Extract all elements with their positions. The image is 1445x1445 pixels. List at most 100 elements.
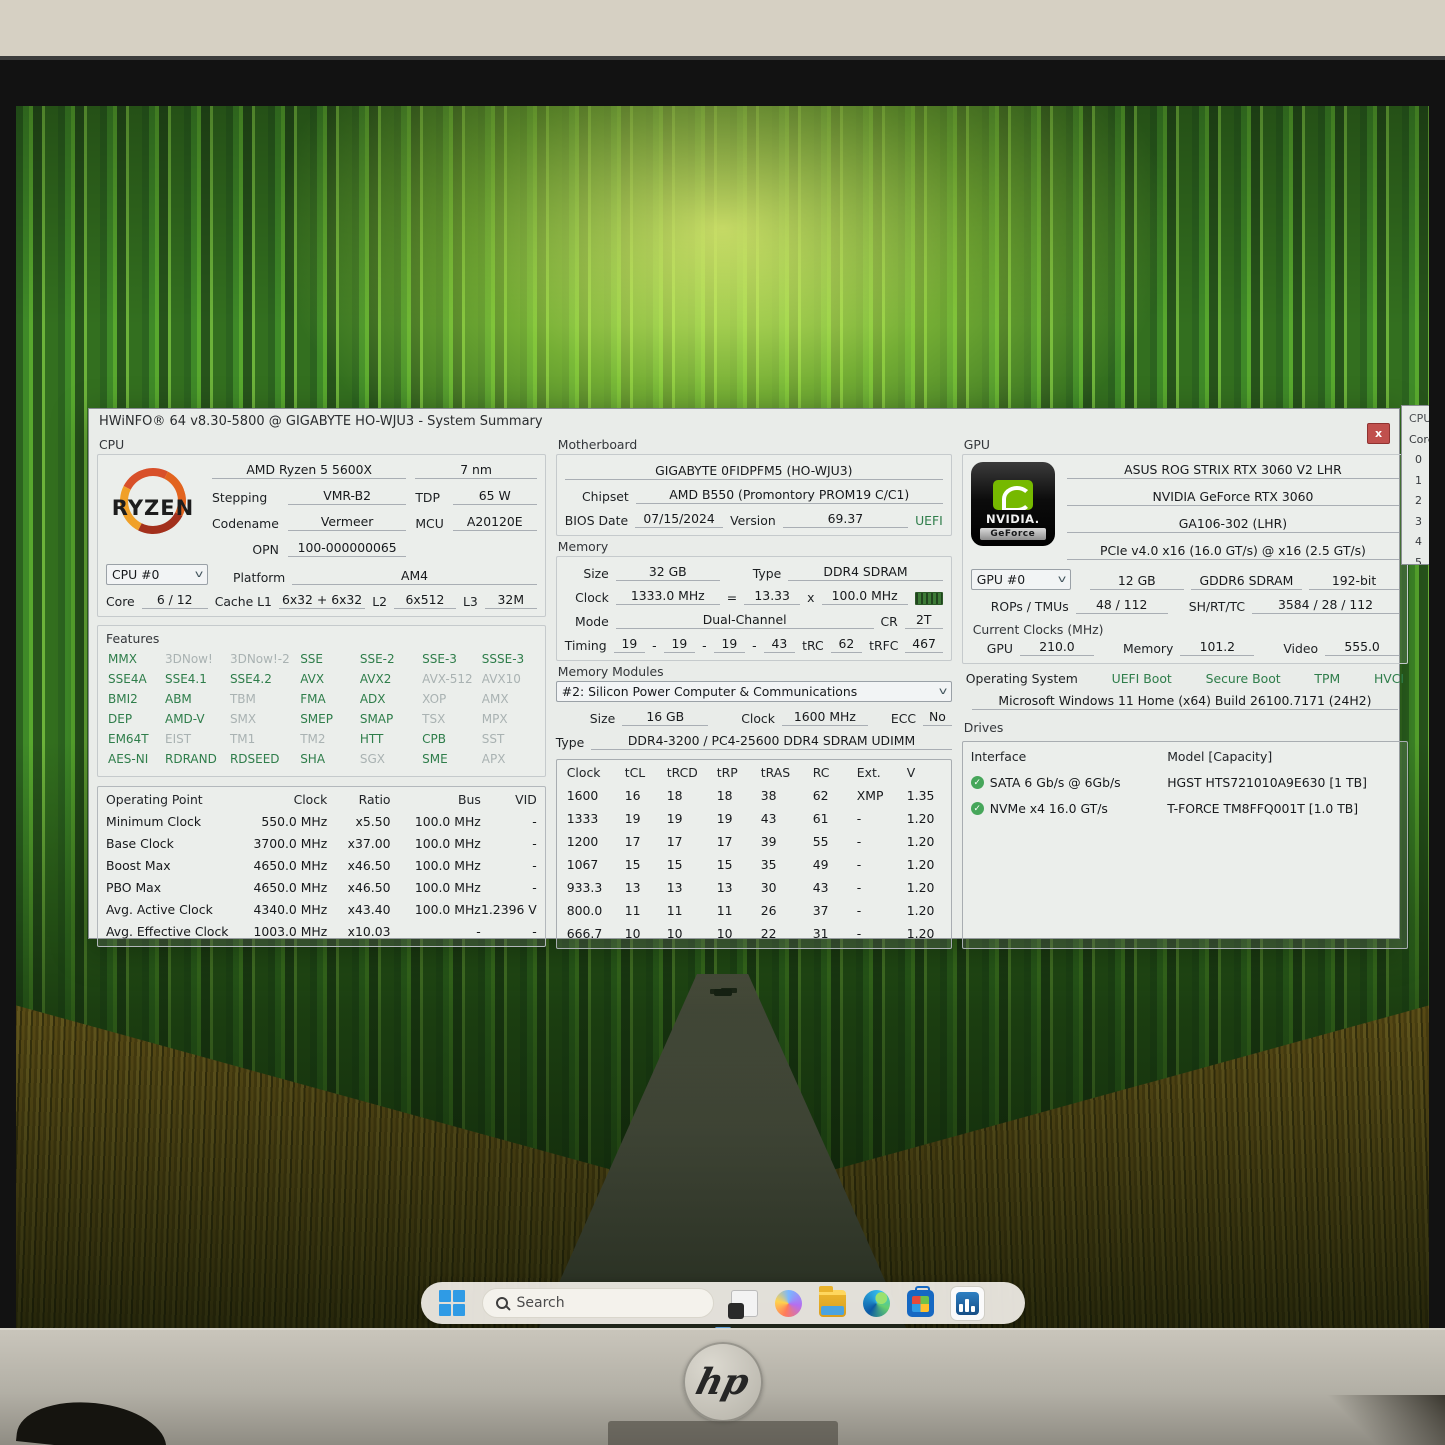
cable [16,1395,170,1445]
module-size-value: 16 GB [622,709,708,726]
cpu-feature-dep: DEP [108,712,161,726]
cpu-feature-em64t: EM64T [108,732,161,746]
table-cell: - [390,924,480,939]
table-cell: 13 [623,880,665,895]
search-input[interactable]: Search [482,1288,714,1318]
module-type-label: Type [556,735,584,750]
cpu-feature-mmx: MMX [108,652,161,666]
table-cell: 55 [811,834,855,849]
table-cell: 11 [665,903,715,918]
cpu-feature-avx: AVX [300,672,356,686]
stepping-label: Stepping [212,490,279,505]
table-cell: x37.00 [327,836,390,851]
cpu-feature-sse4-1: SSE4.1 [165,672,226,686]
window-title: HWiNFO® 64 v8.30-5800 @ GIGABYTE HO-WJU3… [99,414,543,429]
hwinfo-taskbar-button[interactable] [951,1287,984,1320]
table-cell: - [855,834,905,849]
cpu-feature-sme: SME [422,752,478,766]
cpu-feature-3dnow-: 3DNow! [165,652,226,666]
table-cell: 19 [715,811,759,826]
os-row: Operating System UEFI Boot Secure Boot T… [962,671,1408,686]
table-cell: - [481,836,537,851]
cpu-feature-amd-v: AMD-V [165,712,226,726]
table-cell: - [855,811,905,826]
chipset-label: Chipset [565,489,629,504]
hwinfo-window: HWiNFO® 64 v8.30-5800 @ GIGABYTE HO-WJU3… [88,408,1400,939]
secure-boot-flag: Secure Boot [1206,671,1281,686]
core-row: 5 [1409,553,1429,566]
table-cell: - [481,858,537,873]
memory-timing-table: ClocktCLtRCDtRPtRASRCExt.V16001618183862… [556,759,952,949]
taskbar: Search [421,1282,1025,1324]
search-icon [496,1297,508,1309]
partial-sensor-window[interactable]: CPU Core 0 1 2 3 4 5 [1401,405,1429,565]
interface-header: Interface [971,749,1167,764]
uefi-boot-flag: UEFI Boot [1112,671,1172,686]
core-count: 6 / 12 [142,592,208,609]
microsoft-store-button[interactable] [907,1290,934,1317]
search-label: Search [517,1295,565,1311]
table-cell: - [855,926,905,941]
table-cell: - [481,924,537,939]
table-cell: 39 [759,834,811,849]
window-titlebar[interactable]: HWiNFO® 64 v8.30-5800 @ GIGABYTE HO-WJU3… [89,409,1399,434]
mcu-value: A20120E [453,514,537,531]
cpu-feature-mpx: MPX [482,712,535,726]
equals-sign: = [727,590,737,605]
table-cell: tRAS [759,765,811,780]
core-label: Core [106,594,135,609]
tpm-flag: TPM [1314,671,1340,686]
table-cell: 38 [759,788,811,803]
table-cell: x5.50 [327,814,390,829]
platform-value: AM4 [292,568,537,585]
gpu-clock-value: 210.0 [1020,639,1094,656]
table-cell: - [855,857,905,872]
cpu-feature-sha: SHA [300,752,356,766]
cpu-feature-htt: HTT [360,732,418,746]
timing-sep-1: - [652,638,656,653]
table-cell: 100.0 MHz [390,902,480,917]
cpu-feature-ssse-3: SSSE-3 [482,652,535,666]
memory-module-dropdown[interactable]: #2: Silicon Power Computer & Communicati… [556,681,952,702]
table-cell: 15 [665,857,715,872]
monitor-chin: hp [0,1328,1445,1445]
bios-version-label: Version [730,513,776,528]
gpu-vram-type: GDDR6 SDRAM [1191,573,1302,590]
operating-point-grid: Operating PointClockRatioBusVIDMinimum C… [106,792,537,939]
mcu-label: MCU [415,516,443,531]
file-explorer-button[interactable] [819,1290,846,1317]
cache-l1-value: 6x32 + 6x32 [279,592,365,609]
check-icon: ✓ [971,776,984,789]
opn-label: OPN [212,542,279,557]
trc-value: 62 [831,636,863,653]
table-cell: 18 [715,788,759,803]
gpu-section: GPU NVIDIA. GeForce ASUS ROG STRIX RTX 3… [962,434,1408,949]
cpu-selector-dropdown[interactable]: CPU #0 v [106,564,208,585]
table-cell: x46.50 [327,880,390,895]
table-cell: 62 [811,788,855,803]
table-cell: 10 [715,926,759,941]
timing-sep-3: - [752,638,756,653]
platform-label: Platform [233,570,285,585]
cpu-feature-avx2: AVX2 [360,672,418,686]
cpu-process-node: 7 nm [415,462,536,479]
close-button[interactable]: x [1367,423,1390,444]
cpu-feature-3dnow-2: 3DNow!-2 [230,652,296,666]
task-view-button[interactable] [731,1290,758,1317]
table-cell: 13 [715,880,759,895]
cpu-feature-sse-3: SSE-3 [422,652,478,666]
ram-stick-icon [915,592,943,605]
desk-shadow [1325,1395,1445,1445]
copilot-button[interactable] [775,1290,802,1317]
cpu-name: AMD Ryzen 5 5600X [212,462,406,479]
edge-browser-button[interactable] [863,1290,890,1317]
drive-row-interface: ✓ NVMe x4 16.0 GT/s [971,801,1167,816]
table-cell: - [855,880,905,895]
table-cell: PBO Max [106,880,237,895]
table-cell: 26 [759,903,811,918]
start-button[interactable] [439,1290,465,1316]
l3-value: 32M [485,592,537,609]
module-clock-label: Clock [741,711,775,726]
gpu-selector-dropdown[interactable]: GPU #0 v [971,569,1071,590]
table-cell: 15 [623,857,665,872]
